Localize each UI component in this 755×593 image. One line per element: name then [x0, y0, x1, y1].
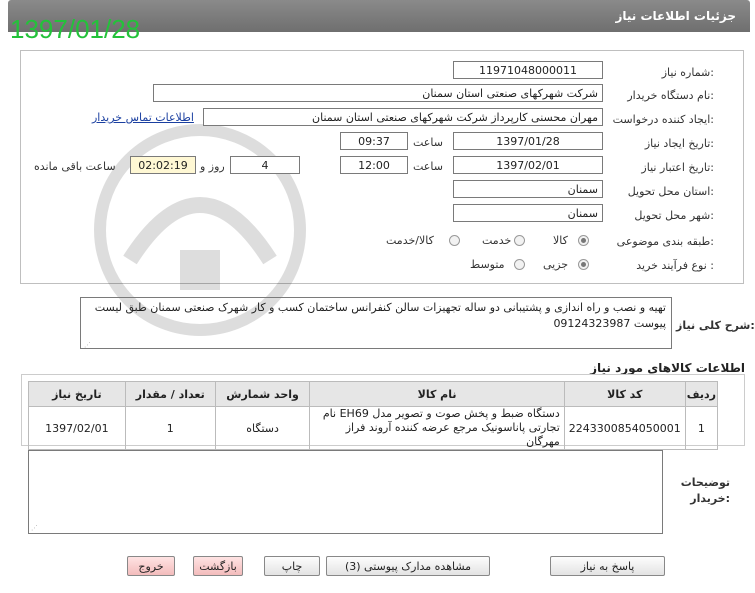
buyer-org-label: نام دستگاه خریدار:	[627, 89, 714, 102]
date-stamp: 1397/01/28	[10, 14, 141, 44]
city-label: شهر محل تحویل:	[634, 209, 714, 222]
exit-button[interactable]: خروج	[127, 556, 175, 576]
cell-item-code: 2243300854050001	[563, 406, 686, 450]
created-time-field: 09:37	[340, 132, 408, 150]
view-attachments-button[interactable]: مشاهده مدارک پیوستی (3)	[326, 556, 490, 576]
process-option-minor: جزیی	[543, 258, 569, 271]
validity-time-field: 12:00	[340, 156, 408, 174]
category-label: طبقه بندی موضوعی:	[616, 235, 714, 248]
back-button[interactable]: بازگشت	[193, 556, 243, 576]
print-button[interactable]: چاپ	[264, 556, 320, 576]
buyer-org-field: شرکت شهرکهای صنعتی استان سمنان	[153, 84, 603, 102]
buyer-notes-label: توضیحات خریدار:	[680, 476, 730, 505]
days-label: روز و	[200, 160, 225, 173]
created-time-label: ساعت	[413, 136, 443, 149]
days-remaining-field: 4	[230, 156, 300, 174]
reply-to-need-button[interactable]: پاسخ به نیاز	[550, 556, 665, 576]
category-radio-goods-service[interactable]	[449, 235, 460, 246]
cell-row-number: 1	[684, 406, 719, 450]
remaining-time-label: ساعت باقی مانده	[34, 160, 116, 173]
buyer-notes-field[interactable]	[28, 450, 663, 534]
col-header-row: ردیف	[684, 381, 719, 407]
need-number-field: 1197104800001​1	[453, 61, 603, 79]
resize-grip-icon: ⋰	[31, 524, 38, 532]
province-label: استان محل تحویل:	[627, 185, 714, 198]
requester-field: مهران محسنی کارپرداز شرکت شهرکهای صنعتی …	[203, 108, 603, 126]
col-header-unit: واحد شمارش	[214, 381, 311, 407]
created-date-label: تاریخ ایجاد نیاز:	[644, 137, 714, 150]
cell-quantity: 1	[124, 406, 216, 450]
page-title: جزئیات اطلاعات نیاز	[615, 9, 736, 23]
need-description-text: تهیه و نصب و راه اندازی و پشتیبانی دو سا…	[80, 297, 672, 349]
remaining-time-field: 02:02:19	[130, 156, 196, 174]
category-radio-service[interactable]	[514, 235, 525, 246]
cell-item-name: دستگاه ضبط و پخش صوت و تصویر مدل EH69 نا…	[309, 406, 565, 450]
col-header-quantity: تعداد / مقدار	[124, 381, 216, 407]
process-option-medium: متوسط	[470, 258, 505, 271]
validity-date-label: تاریخ اعتبار نیاز:	[641, 161, 714, 174]
requester-label: ایجاد کننده درخواست:	[612, 113, 714, 126]
created-date-field: 1397/01/28	[453, 132, 603, 150]
province-field: سمنان	[453, 180, 603, 198]
city-field: سمنان	[453, 204, 603, 222]
col-header-code: کد کالا	[563, 381, 686, 407]
category-option-goods: کالا	[553, 234, 568, 247]
process-radio-minor[interactable]	[578, 259, 589, 270]
buyer-contact-link[interactable]: اطلاعات تماس خریدار	[92, 111, 194, 124]
process-radio-medium[interactable]	[514, 259, 525, 270]
items-section-title: اطلاعات کالاهای مورد نیاز	[590, 361, 745, 375]
validity-time-label: ساعت	[413, 160, 443, 173]
validity-date-field: 1397/02/01	[453, 156, 603, 174]
need-description-label: شرح کلی نیاز:	[676, 319, 755, 332]
need-number-label: شماره نیاز:	[661, 66, 714, 79]
items-table: ردیف کد کالا نام کالا واحد شمارش تعداد /…	[28, 381, 719, 450]
col-header-date: تاریخ نیاز	[28, 381, 126, 407]
category-radio-goods[interactable]	[578, 235, 589, 246]
process-type-label: نوع فرآیند خرید :	[636, 259, 714, 272]
category-option-goods-service: کالا/خدمت	[386, 234, 434, 247]
cell-need-date: 1397/02/01	[28, 406, 126, 450]
col-header-name: نام کالا	[309, 381, 565, 407]
resize-grip-icon: ⋰	[84, 341, 91, 349]
category-option-service: خدمت	[482, 234, 512, 247]
table-row: 1 2243300854050001 دستگاه ضبط و پخش صوت …	[28, 406, 719, 450]
cell-unit: دستگاه	[214, 406, 311, 450]
